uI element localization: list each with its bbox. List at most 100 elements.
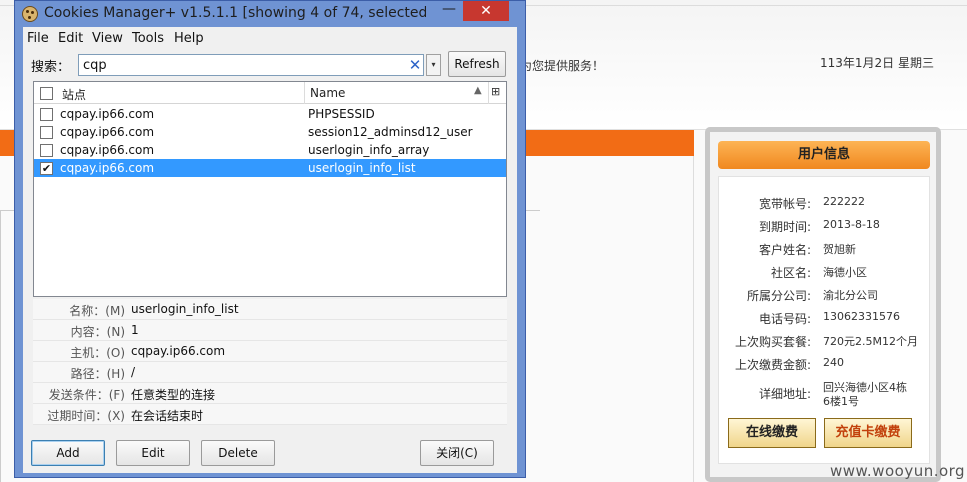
row-checkbox[interactable] [40,144,53,157]
detail-label: 过期时间：(X) [47,409,125,423]
detail-row-host: 主机：(O) cqpay.ip66.com [33,341,507,362]
cookie-row[interactable]: cqpay.ip66.com PHPSESSID [34,105,506,123]
cookie-site: cqpay.ip66.com [60,143,155,157]
detail-value[interactable]: cqpay.ip66.com [131,344,225,358]
detail-label: 主机：(O) [70,346,125,360]
info-value: 海德小区 [823,266,867,279]
title-bar[interactable]: Cookies Manager+ v1.5.1.1 [showing 4 of … [15,1,525,27]
info-value: 2013-8-18 [823,218,880,231]
info-label: 到期时间: [758,220,811,234]
cookie-details: 名称：(M) userlogin_info_list 内容：(N) 1 主机：(… [33,299,507,427]
menu-view[interactable]: View [92,31,123,46]
detail-row-send-for: 发送条件：(F) 任意类型的连接 [33,383,507,404]
window-close-button[interactable]: ✕ [463,1,509,21]
detail-row-expires: 过期时间：(X) 在会话结束时 [33,404,507,425]
detail-row-content: 内容：(N) 1 [33,320,507,341]
column-resizer[interactable] [488,82,489,104]
info-row-address: 详细地址: 回兴海德小区4栋6楼1号 [719,381,931,413]
search-history-dropdown[interactable]: ▾ [426,54,441,76]
divider [693,156,694,482]
info-label: 客户姓名: [758,243,811,257]
date-text: 113年1月2日 星期三 [820,56,934,70]
column-resizer[interactable] [304,82,305,104]
info-label: 上次购买套餐: [734,335,811,349]
info-value: 13062331576 [823,310,900,323]
info-row-community: 社区名: 海德小区 [719,264,931,286]
detail-label: 发送条件：(F) [48,388,125,402]
info-row-last-payment: 上次缴费金额: 240 [719,356,931,378]
detail-label: 路径：(H) [70,367,125,381]
card-pay-button[interactable]: 充值卡缴费 [824,418,912,448]
detail-value[interactable]: / [131,365,135,379]
close-button[interactable]: 关闭(C) [420,440,494,466]
cookie-row[interactable]: cqpay.ip66.com session12_adminsd12_user [34,123,506,141]
row-checkbox[interactable] [40,126,53,139]
clear-search-icon[interactable]: ✕ [407,56,423,74]
info-value: 贺旭新 [823,243,856,256]
dialog-client-area: File Edit View Tools Help 搜索： ✕ ▾ Refres… [23,27,517,473]
row-checkbox[interactable] [40,108,53,121]
column-header-site[interactable]: 站点 [62,86,86,103]
info-row-customer-name: 客户姓名: 贺旭新 [719,241,931,263]
search-label: 搜索： [31,60,71,75]
detail-label: 名称：(M) [69,304,125,318]
cookie-name: PHPSESSID [308,107,375,121]
info-label: 所属分公司: [746,289,811,303]
menu-file[interactable]: File [27,31,49,46]
search-input[interactable] [78,54,424,76]
info-row-account: 宽带帐号: 222222 [719,195,931,217]
detail-row-name: 名称：(M) userlogin_info_list [33,299,507,320]
info-label: 社区名: [770,266,811,280]
edit-button[interactable]: Edit [116,440,190,466]
refresh-button[interactable]: Refresh [448,51,506,77]
watermark: www.wooyun.org [830,462,966,480]
window-title: Cookies Manager+ v1.5.1.1 [showing 4 of … [44,5,426,21]
info-row-phone: 电话号码: 13062331576 [719,310,931,332]
user-info-title: 用户信息 [718,141,930,169]
cookie-list[interactable]: 站点 Name ▲ ⊞ cqpay.ip66.com PHPSESSID cqpay… [33,81,507,297]
delete-button[interactable]: Delete [201,440,275,466]
info-label: 上次缴费金额: [734,358,811,372]
cookie-name: userlogin_info_array [308,143,430,157]
info-label: 详细地址: [758,387,811,401]
info-value: 回兴海德小区4栋6楼1号 [823,381,907,408]
detail-row-path: 路径：(H) / [33,362,507,383]
menu-bar: File Edit View Tools Help [23,27,517,49]
menu-help[interactable]: Help [174,31,204,46]
info-label: 电话号码: [758,312,811,326]
info-row-branch: 所属分公司: 渝北分公司 [719,287,931,309]
cookie-site: cqpay.ip66.com [60,107,155,121]
welcome-text: 为您提供服务！ [520,59,605,73]
row-checkbox[interactable]: ✔ [40,162,53,175]
minimize-button[interactable]: — [435,1,463,21]
menu-edit[interactable]: Edit [58,31,83,46]
detail-label: 内容：(N) [70,325,125,339]
cookie-row[interactable]: cqpay.ip66.com userlogin_info_array [34,141,506,159]
pay-online-button[interactable]: 在线缴费 [728,418,816,448]
select-all-checkbox[interactable] [40,87,53,100]
cookies-manager-window: Cookies Manager+ v1.5.1.1 [showing 4 of … [14,0,526,478]
detail-value[interactable]: 任意类型的连接 [131,386,215,403]
info-label: 宽带帐号: [758,197,811,211]
info-row-expiry: 到期时间: 2013-8-18 [719,218,931,240]
detail-value[interactable]: userlogin_info_list [131,302,239,316]
info-value: 222222 [823,195,865,208]
cookie-row[interactable]: ✔ cqpay.ip66.com userlogin_info_list [34,159,506,177]
cookie-name: userlogin_info_list [308,161,416,175]
column-header-name[interactable]: Name [310,86,345,100]
column-picker-icon[interactable]: ⊞ [491,85,500,98]
cookie-icon [22,6,38,22]
user-info-panel: 用户信息 宽带帐号: 222222 到期时间: 2013-8-18 客户姓名: … [705,127,941,482]
sort-ascending-icon: ▲ [474,85,482,96]
info-row-last-plan: 上次购买套餐: 720元2.5M12个月 [719,333,931,355]
menu-tools[interactable]: Tools [132,31,164,46]
info-value: 720元2.5M12个月 [823,335,918,348]
list-header: 站点 Name ▲ ⊞ [34,82,506,104]
detail-value[interactable]: 在会话结束时 [131,407,203,424]
info-value: 渝北分公司 [823,289,878,302]
cookie-site: cqpay.ip66.com [60,161,155,175]
cookie-name: session12_adminsd12_user [308,125,473,139]
detail-value[interactable]: 1 [131,323,139,337]
info-value: 240 [823,356,844,369]
add-button[interactable]: Add [31,440,105,466]
